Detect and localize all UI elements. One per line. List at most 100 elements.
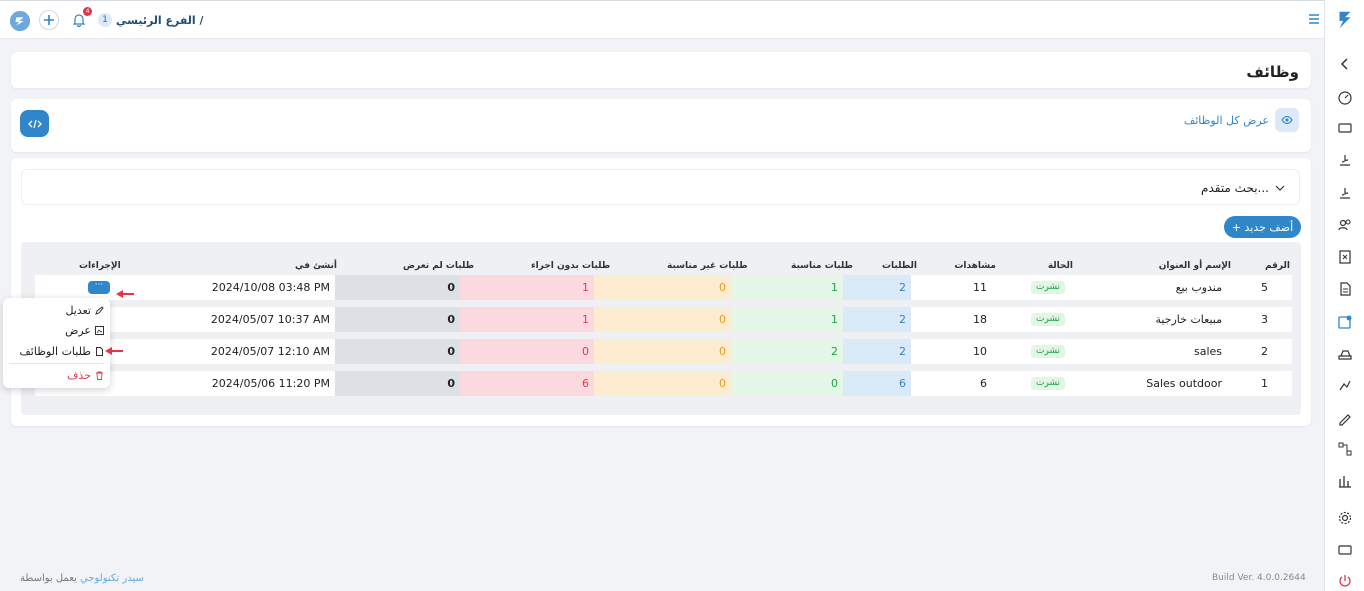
menu-item-edit[interactable]: تعديل [65,304,104,317]
menu-item-view[interactable]: عرض [65,324,104,337]
screen-icon[interactable] [1337,542,1353,558]
branch-number-badge: 1 [98,13,112,27]
header-views: مشاهدات [954,261,996,271]
table-row[interactable]: 2 sales نشرت 10 2 2 0 0 0 2024/05/07 12:… [35,339,1292,364]
payments-icon[interactable] [1337,185,1353,201]
row-unseen[interactable]: 0 [335,371,460,396]
powered-by: سيدر تكنولوجي يعمل بواسطة [20,573,144,584]
signature-icon[interactable] [1337,410,1353,426]
row-fit[interactable]: 1 [731,275,843,300]
row-created: 2024/05/07 12:10 AM [210,345,330,358]
row-title[interactable]: مبيعات خارجية [1155,307,1222,332]
view-all-label: عرض كل الوظائف [1183,113,1269,127]
top-bar: 4 1 الفرع الرئيسي / [0,0,1324,39]
row-views: 18 [973,313,987,326]
status-badge: نشرت [1031,281,1065,294]
menu-toggle-icon[interactable] [1308,13,1320,25]
trash-icon [95,371,104,380]
table-row[interactable]: 5 مندوب بيع نشرت 11 2 1 0 1 0 2024/10/08… [35,275,1292,300]
row-unfit[interactable]: 0 [594,371,731,396]
vehicles-icon[interactable] [1337,346,1353,362]
menu-item-delete[interactable]: حذف [67,369,104,382]
add-new-button[interactable]: + أضف جديد [1224,216,1301,238]
row-actions-button[interactable]: ··· [88,281,110,294]
jobs-list-card: بحث متقدم... + أضف جديد الرقم الإسم أو ا… [11,158,1311,426]
collapse-chevron-icon[interactable] [1337,56,1353,72]
menu-item-view-label: عرض [65,324,91,337]
document-icon [95,347,104,356]
embed-code-button[interactable] [20,110,49,137]
jobs-active-icon[interactable] [1337,314,1353,330]
tasks-icon[interactable] [1337,377,1353,393]
row-num: 3 [1261,313,1268,326]
page-title: وظائف [1246,63,1299,81]
row-title[interactable]: sales [1194,339,1222,364]
row-no-action[interactable]: 1 [460,275,594,300]
users-icon[interactable] [1337,217,1353,233]
row-fit[interactable]: 1 [731,307,843,332]
invoice-icon[interactable] [1337,249,1353,265]
row-num: 2 [1261,345,1268,358]
row-unseen[interactable]: 0 [335,339,460,364]
powered-by-prefix: يعمل بواسطة [20,573,77,584]
menu-item-job-requests[interactable]: طلبات الوظائف [19,345,104,358]
row-num: 5 [1261,281,1268,294]
row-fit[interactable]: 0 [731,371,843,396]
row-applications[interactable]: 2 [843,307,911,332]
app-logo-icon[interactable] [9,10,31,32]
row-applications[interactable]: 6 [843,371,911,396]
row-unfit[interactable]: 0 [594,275,731,300]
row-unfit[interactable]: 0 [594,307,731,332]
row-unseen[interactable]: 0 [335,275,460,300]
table-row[interactable]: 1 Sales outdoor نشرت 6 6 0 0 6 0 2024/05… [35,371,1292,396]
menu-item-delete-label: حذف [67,369,91,382]
ticket-icon[interactable] [1337,120,1353,136]
pencil-icon [95,306,104,315]
sidebar [1324,0,1364,591]
row-views: 11 [973,281,987,294]
view-all-jobs-link[interactable]: عرض كل الوظائف [1184,108,1299,132]
table-row[interactable]: 3 مبيعات خارجية نشرت 18 2 1 0 1 0 2024/0… [35,307,1292,332]
powered-by-brand[interactable]: سيدر تكنولوجي [80,573,144,584]
header-no-action: طلبات بدون اجراء [531,261,611,271]
dashboard-icon[interactable] [1337,89,1353,105]
toolbar-card: عرض كل الوظائف [11,99,1311,152]
page-header-card: وظائف [11,52,1311,88]
add-icon[interactable] [39,10,59,30]
menu-divider [9,363,104,364]
header-status: الحالة [1047,261,1073,271]
logout-power-icon[interactable] [1337,573,1353,589]
sidebar-logo-icon[interactable] [1334,9,1356,31]
eye-icon [1275,108,1299,132]
menu-item-job-requests-label: طلبات الوظائف [19,345,91,358]
row-fit[interactable]: 2 [731,339,843,364]
row-title[interactable]: مندوب بيع [1176,275,1222,300]
row-created: 2024/10/08 03:48 PM [211,281,330,294]
row-no-action[interactable]: 1 [460,307,594,332]
documents-icon[interactable] [1337,281,1353,297]
finance-icon[interactable] [1337,152,1353,168]
row-views: 10 [973,345,987,358]
header-unfit: طلبات غير مناسبة [667,261,748,271]
build-version: Build Ver. 4.0.0.2644 [1212,573,1306,583]
settings-gear-icon[interactable] [1337,510,1353,526]
row-num: 1 [1261,377,1268,390]
row-title[interactable]: Sales outdoor [1146,371,1222,396]
notifications-bell-icon[interactable]: 4 [69,7,92,30]
row-unseen[interactable]: 0 [335,307,460,332]
branch-label: الفرع الرئيسي / [116,13,204,27]
row-no-action[interactable]: 0 [460,339,594,364]
row-no-action[interactable]: 6 [460,371,594,396]
status-badge: نشرت [1031,377,1065,390]
notification-badge: 4 [83,7,92,16]
reports-icon[interactable] [1337,473,1353,489]
header-title: الإسم أو العنوان [1158,261,1231,271]
chevron-down-icon [1275,185,1285,191]
row-created: 2024/05/06 11:20 PM [211,377,330,390]
row-unfit[interactable]: 0 [594,339,731,364]
workflow-icon[interactable] [1337,441,1353,457]
advanced-search-panel[interactable]: بحث متقدم... [21,169,1300,205]
row-applications[interactable]: 2 [843,275,911,300]
branch-breadcrumb[interactable]: 1 الفرع الرئيسي / [98,13,204,27]
row-applications[interactable]: 2 [843,339,911,364]
